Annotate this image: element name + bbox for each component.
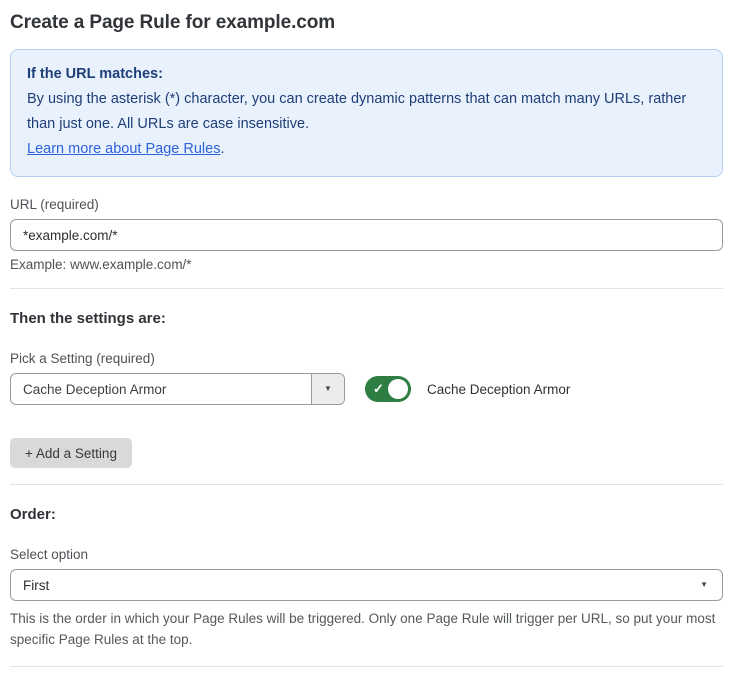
order-section-heading: Order: bbox=[10, 506, 723, 523]
info-box-body: By using the asterisk (*) character, you… bbox=[27, 87, 706, 137]
pick-setting-label: Pick a Setting (required) bbox=[10, 351, 723, 366]
toggle-knob bbox=[388, 379, 408, 399]
select-option-label: Select option bbox=[10, 547, 723, 562]
page-title: Create a Page Rule for example.com bbox=[10, 12, 723, 34]
url-matches-info-box: If the URL matches: By using the asteris… bbox=[10, 49, 723, 177]
cache-deception-armor-toggle[interactable]: ✓ bbox=[365, 376, 411, 402]
setting-row: Cache Deception Armor ▼ ✓ Cache Deceptio… bbox=[10, 373, 723, 405]
url-input[interactable] bbox=[10, 219, 723, 251]
divider-2 bbox=[10, 484, 723, 485]
link-suffix: . bbox=[220, 141, 224, 157]
check-icon: ✓ bbox=[373, 381, 384, 397]
divider-3 bbox=[10, 666, 723, 667]
toggle-label: Cache Deception Armor bbox=[427, 382, 570, 397]
add-setting-button[interactable]: + Add a Setting bbox=[10, 438, 132, 468]
divider-1 bbox=[10, 288, 723, 289]
setting-dropdown-button[interactable]: ▼ bbox=[311, 374, 344, 404]
learn-more-link[interactable]: Learn more about Page Rules bbox=[27, 141, 220, 157]
settings-section-heading: Then the settings are: bbox=[10, 310, 723, 327]
add-setting-wrap: + Add a Setting bbox=[10, 438, 723, 468]
info-box-heading: If the URL matches: bbox=[27, 62, 706, 87]
chevron-down-icon: ▼ bbox=[324, 385, 332, 393]
setting-dropdown-value: Cache Deception Armor bbox=[11, 374, 311, 404]
order-select[interactable]: First ▼ bbox=[10, 569, 723, 601]
url-field-label: URL (required) bbox=[10, 197, 723, 212]
chevron-down-icon: ▼ bbox=[700, 581, 708, 589]
url-example-helper: Example: www.example.com/* bbox=[10, 257, 723, 272]
setting-dropdown[interactable]: Cache Deception Armor ▼ bbox=[10, 373, 345, 405]
order-select-value: First bbox=[23, 578, 49, 593]
page-rule-form: Create a Page Rule for example.com If th… bbox=[0, 0, 750, 679]
info-box-link-line: Learn more about Page Rules. bbox=[27, 137, 706, 162]
order-helper-text: This is the order in which your Page Rul… bbox=[10, 608, 716, 650]
